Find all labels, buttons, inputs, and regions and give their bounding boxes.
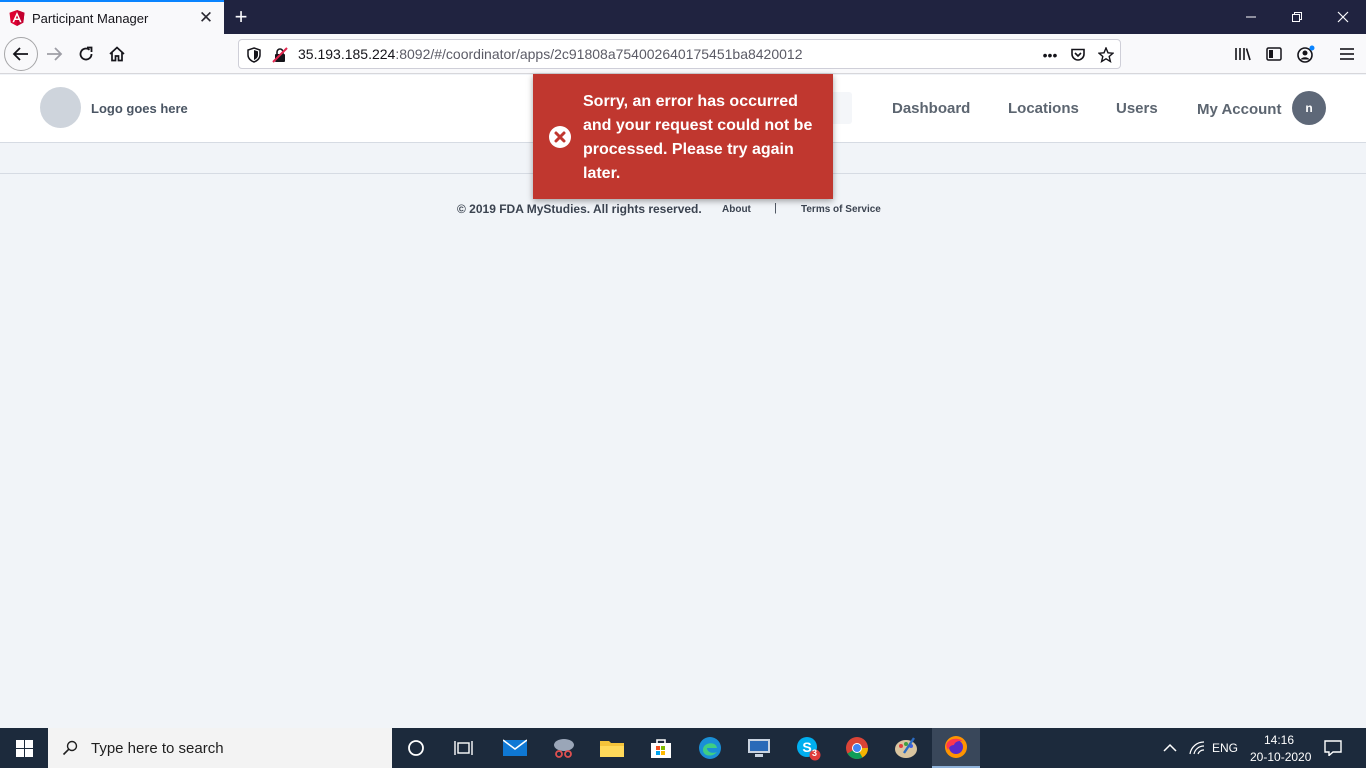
notifications-icon[interactable] [1310, 728, 1356, 768]
footer-separator: | [774, 202, 777, 214]
restore-icon[interactable] [1274, 0, 1320, 34]
file-explorer-icon[interactable] [588, 728, 636, 768]
bookmark-star-icon[interactable] [1097, 46, 1115, 64]
windows-taskbar: Type here to search S 3 ENG 14:16 20-10-… [0, 728, 1366, 768]
footer-about-link[interactable]: About [722, 204, 751, 215]
logo-image [40, 87, 81, 128]
taskbar-search-placeholder: Type here to search [91, 739, 224, 757]
new-tab-icon[interactable]: + [228, 4, 254, 30]
minimize-icon[interactable] [1228, 0, 1274, 34]
nav-dashboard[interactable]: Dashboard [892, 100, 970, 117]
url-host: 35.193.185.224 [298, 46, 396, 62]
skype-badge-count: 3 [812, 748, 818, 758]
browser-tab[interactable]: Participant Manager ✕ [0, 0, 224, 34]
pocket-icon[interactable] [1069, 46, 1087, 64]
more-actions-icon[interactable]: ••• [1041, 46, 1059, 64]
shield-icon[interactable] [245, 46, 263, 64]
address-bar[interactable]: 35.193.185.224:8092/#/coordinator/apps/2… [238, 39, 1121, 69]
library-icon[interactable] [1227, 38, 1259, 70]
wifi-icon[interactable] [1184, 728, 1210, 768]
firefox-icon[interactable] [932, 728, 980, 768]
account-icon[interactable] [1290, 38, 1322, 70]
cortana-icon[interactable] [392, 728, 440, 768]
close-window-icon[interactable] [1320, 0, 1366, 34]
error-message: Sorry, an error has occurred and your re… [583, 93, 813, 182]
tab-title: Participant Manager [32, 10, 149, 26]
task-view-icon[interactable] [440, 728, 488, 768]
insecure-lock-icon[interactable] [271, 46, 289, 64]
footer-copyright: © 2019 FDA MyStudies. All rights reserve… [457, 202, 702, 216]
angular-icon [9, 10, 25, 26]
snipping-tool-icon[interactable] [540, 728, 588, 768]
menu-icon[interactable] [1331, 38, 1363, 70]
browser-tab-strip: Participant Manager ✕ + [0, 0, 1366, 34]
search-icon [62, 740, 78, 756]
edge-icon[interactable] [686, 728, 734, 768]
url-path: :8092/#/coordinator/apps/2c91808a7540026… [395, 46, 803, 62]
logo-text: Logo goes here [91, 101, 188, 116]
taskbar-search-box[interactable]: Type here to search [48, 728, 392, 768]
chrome-icon[interactable] [833, 728, 881, 768]
sidebar-icon[interactable] [1258, 38, 1290, 70]
nav-my-account[interactable]: My Account [1197, 101, 1281, 118]
url-text[interactable]: 35.193.185.224:8092/#/coordinator/apps/2… [298, 46, 802, 62]
nav-users[interactable]: Users [1116, 100, 1158, 117]
close-circle-icon [549, 126, 571, 148]
remote-desktop-icon[interactable] [735, 728, 783, 768]
footer-terms-link[interactable]: Terms of Service [801, 204, 881, 215]
close-tab-icon[interactable]: ✕ [194, 6, 218, 30]
paint-icon[interactable] [882, 728, 930, 768]
back-icon[interactable] [4, 37, 38, 71]
forward-icon[interactable] [38, 38, 70, 70]
skype-icon[interactable]: S 3 [784, 728, 832, 768]
language-indicator[interactable]: ENG [1212, 741, 1238, 755]
nav-locations[interactable]: Locations [1008, 100, 1079, 117]
clock-time[interactable]: 14:16 [1264, 733, 1294, 747]
reload-icon[interactable] [70, 38, 102, 70]
browser-toolbar: 35.193.185.224:8092/#/coordinator/apps/2… [0, 34, 1366, 74]
tray-overflow-icon[interactable] [1156, 728, 1184, 768]
user-avatar[interactable]: n [1292, 91, 1326, 125]
home-icon[interactable] [101, 38, 133, 70]
windows-start-icon[interactable] [0, 728, 48, 768]
error-toast[interactable]: Sorry, an error has occurred and your re… [533, 74, 833, 199]
store-icon[interactable] [637, 728, 685, 768]
clock-date[interactable]: 20-10-2020 [1250, 750, 1311, 764]
mail-icon[interactable] [491, 728, 539, 768]
